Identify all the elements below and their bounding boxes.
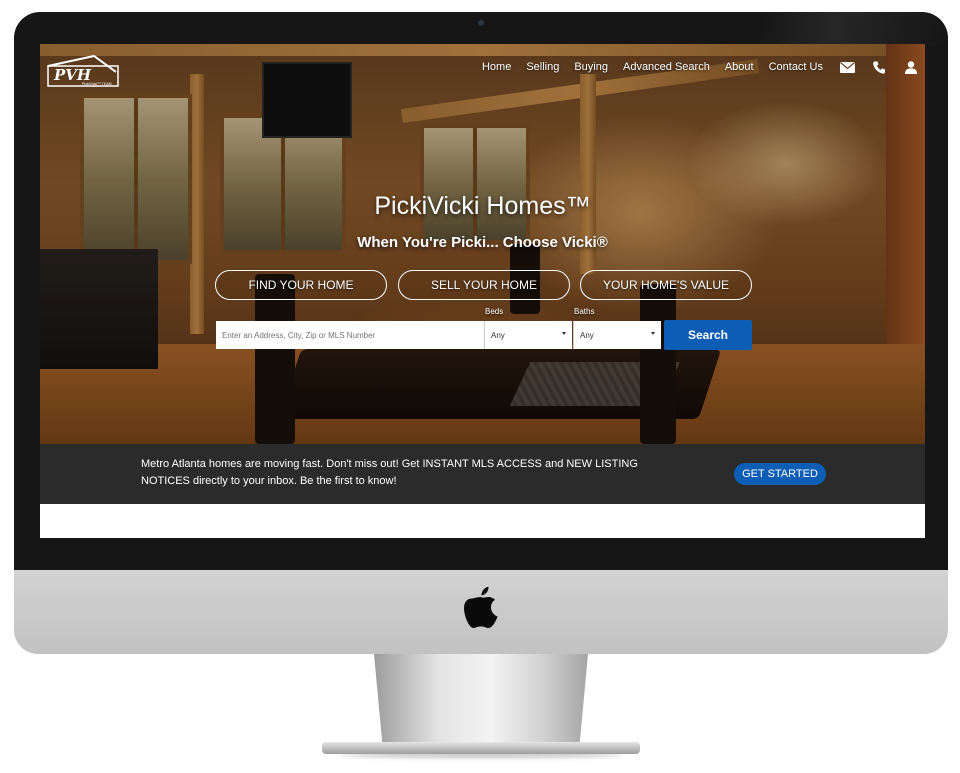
home-value-button[interactable]: YOUR HOME'S VALUE xyxy=(580,270,752,300)
website-screen: PVH PickiVicki™ TEAM Home Selling Buying… xyxy=(40,44,925,538)
beds-label: Beds xyxy=(485,307,504,316)
beds-select[interactable]: Any xyxy=(484,321,572,349)
search-input[interactable] xyxy=(216,321,484,349)
baths-label: Baths xyxy=(574,307,595,316)
apple-logo-icon xyxy=(463,586,499,630)
nav-about[interactable]: About xyxy=(725,61,754,73)
chevron-down-icon xyxy=(651,332,655,335)
banner-text: Metro Atlanta homes are moving fast. Don… xyxy=(141,458,638,487)
camera-dot xyxy=(478,20,484,26)
nav-advanced-search[interactable]: Advanced Search xyxy=(623,61,710,73)
monitor-base xyxy=(322,742,640,754)
sell-your-home-button[interactable]: SELL YOUR HOME xyxy=(398,270,570,300)
site-logo[interactable]: PVH PickiVicki™ TEAM xyxy=(46,52,120,88)
get-started-button[interactable]: GET STARTED xyxy=(734,463,826,485)
beds-value: Any xyxy=(491,330,505,340)
bezel-reflection xyxy=(760,12,948,46)
baths-select[interactable]: Any xyxy=(573,321,661,349)
monitor-stand xyxy=(374,654,588,746)
nav-contact-us[interactable]: Contact Us xyxy=(769,61,823,73)
phone-icon[interactable] xyxy=(871,60,887,74)
find-your-home-button[interactable]: FIND YOUR HOME xyxy=(215,270,387,300)
nav-buying[interactable]: Buying xyxy=(574,61,608,73)
logo-subtext: PickiVicki™ TEAM xyxy=(82,82,112,86)
envelope-icon[interactable] xyxy=(839,60,855,74)
nav-selling[interactable]: Selling xyxy=(526,61,559,73)
user-icon[interactable] xyxy=(903,60,919,74)
chevron-down-icon xyxy=(562,332,566,335)
hero-section: PVH PickiVicki™ TEAM Home Selling Buying… xyxy=(40,44,925,444)
baths-value: Any xyxy=(580,330,594,340)
signup-banner: Metro Atlanta homes are moving fast. Don… xyxy=(40,444,925,504)
nav-home[interactable]: Home xyxy=(482,61,511,73)
main-nav: Home Selling Buying Advanced Search Abou… xyxy=(467,60,919,74)
hero-title: PickiVicki Homes™ xyxy=(374,192,591,220)
hero-subtitle: When You're Picki... Choose Vicki® xyxy=(357,234,608,251)
search-button[interactable]: Search xyxy=(664,320,752,350)
